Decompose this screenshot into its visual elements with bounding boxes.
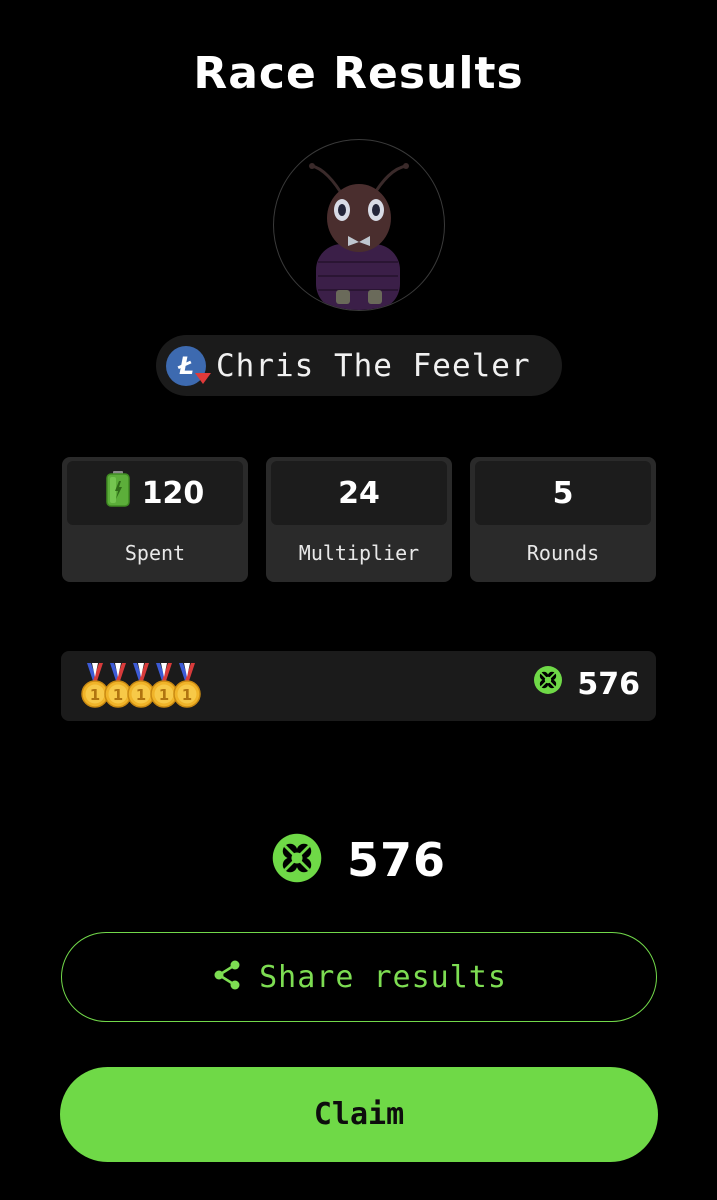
stat-spent-value-box: 120 (67, 461, 243, 525)
share-results-label: Share results (259, 959, 507, 995)
racer-name-pill: Ł Chris The Feeler (156, 335, 562, 396)
gold-medal-icon: 1 (173, 663, 201, 709)
avatar (273, 139, 445, 311)
stat-rounds-value: 5 (552, 475, 574, 511)
svg-text:1: 1 (90, 686, 100, 704)
racer-name: Chris The Feeler (216, 347, 531, 384)
stat-multiplier-value: 24 (338, 475, 380, 511)
stat-multiplier: 24 Multiplier (266, 457, 452, 582)
svg-text:1: 1 (113, 686, 123, 704)
total-winnings: 576 (0, 832, 717, 888)
total-value: 576 (346, 833, 447, 887)
stat-rounds-value-box: 5 (475, 461, 651, 525)
battery-icon (105, 471, 130, 515)
stat-multiplier-label: Multiplier (298, 541, 420, 565)
stat-spent: 120 Spent (62, 457, 248, 582)
bug-character-icon (309, 163, 409, 310)
page-title: Race Results (193, 48, 524, 99)
rewards-score: 576 (533, 665, 640, 703)
green-coin-icon (271, 832, 323, 888)
stat-spent-label: Spent (124, 541, 186, 565)
down-arrow-icon (195, 372, 211, 384)
svg-text:1: 1 (136, 686, 146, 704)
stat-spent-value: 120 (141, 475, 205, 511)
stat-rounds: 5 Rounds (470, 457, 656, 582)
svg-text:1: 1 (182, 686, 192, 704)
rewards-score-value: 576 (577, 666, 640, 702)
claim-button[interactable]: Claim (60, 1067, 658, 1162)
svg-text:1: 1 (159, 686, 169, 704)
stat-multiplier-value-box: 24 (271, 461, 447, 525)
share-results-button[interactable]: Share results (61, 932, 657, 1022)
claim-label: Claim (313, 1097, 405, 1132)
medal-list: 11111 (81, 663, 211, 709)
litecoin-icon: Ł (166, 345, 211, 386)
stat-rounds-label: Rounds (526, 541, 600, 565)
green-coin-icon (533, 665, 563, 703)
share-icon (211, 959, 243, 995)
rewards-row: 11111 576 (61, 651, 656, 721)
